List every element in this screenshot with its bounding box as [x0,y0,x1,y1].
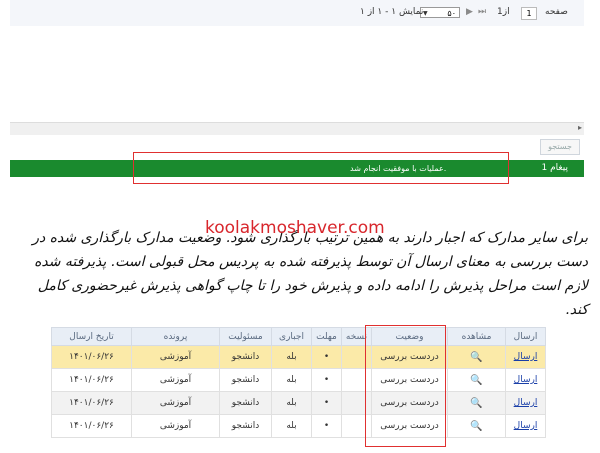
date-cell: ۱۴۰۱/۰۶/۲۶ [51,414,132,438]
send-link[interactable]: ارسال [514,398,538,408]
table-row[interactable]: ارسال 🔍 دردست بررسی • بله دانشجو آموزشی … [51,391,546,415]
showing-range-label: نمایش ۱ - ۱ از ۱ [360,7,424,17]
send-link[interactable]: ارسال [514,375,538,385]
page-label: صفحه [545,7,568,17]
file-cell: آموزشی [131,368,220,392]
table-header-row: ارسال مشاهده وضعیت نسخه مهلت اجباری مسئو… [51,327,546,346]
watermark: koolakmoshaver.com [205,218,385,238]
table-row[interactable]: ارسال 🔍 دردست بررسی • بله دانشجو آموزشی … [51,345,546,369]
documents-table: ارسال مشاهده وضعیت نسخه مهلت اجباری مسئو… [51,327,546,438]
responsibility-cell: دانشجو [219,414,272,438]
date-cell: ۱۴۰۱/۰۶/۲۶ [51,391,132,415]
header-file[interactable]: پرونده [131,327,220,346]
header-deadline[interactable]: مهلت [311,327,342,346]
mandatory-cell: بله [271,414,312,438]
view-icon[interactable]: 🔍 [470,398,482,409]
mandatory-cell: بله [271,345,312,369]
file-cell: آموزشی [131,414,220,438]
view-icon[interactable]: 🔍 [470,375,482,386]
page-of-label: از1 [497,7,510,17]
annotation-frame-status [365,325,446,447]
view-icon[interactable]: 🔍 [470,352,482,363]
page-size-value: ۵۰ [447,9,456,18]
header-mandatory[interactable]: اجباری [271,327,312,346]
responsibility-cell: دانشجو [219,345,272,369]
table-row[interactable]: ارسال 🔍 دردست بررسی • بله دانشجو آموزشی … [51,368,546,392]
date-cell: ۱۴۰۱/۰۶/۲۶ [51,345,132,369]
deadline-cell: • [311,368,342,392]
search-button[interactable]: جستجو [540,139,580,155]
header-send[interactable]: ارسال [505,327,546,346]
mandatory-cell: بله [271,391,312,415]
send-link[interactable]: ارسال [514,352,538,362]
file-cell: آموزشی [131,391,220,415]
responsibility-cell: دانشجو [219,391,272,415]
page-number-input[interactable]: 1 [521,7,537,20]
deadline-cell: • [311,391,342,415]
header-send-date[interactable]: تاریخ ارسال [51,327,132,346]
scroll-right-icon[interactable]: ▸ [578,123,582,132]
message-count: 1 پیغام [541,163,568,173]
deadline-cell: • [311,345,342,369]
view-icon[interactable]: 🔍 [470,421,482,432]
pager-toolbar: صفحه 1 از1 ⏭ ▶ ۵۰ نمایش ۱ - ۱ از ۱ [10,0,584,27]
mandatory-cell: بله [271,368,312,392]
header-responsibility[interactable]: مسئولیت [219,327,272,346]
last-page-icon[interactable]: ⏭ [478,7,486,17]
horizontal-scrollbar[interactable]: ▸ [10,122,584,135]
deadline-cell: • [311,414,342,438]
instruction-paragraph: برای سایر مدارک که اجبار دارند به همین ت… [32,230,588,318]
empty-grid [10,26,584,122]
page-size-select[interactable]: ۵۰ [420,7,460,19]
send-link[interactable]: ارسال [514,421,538,431]
annotation-frame-message [133,152,509,184]
date-cell: ۱۴۰۱/۰۶/۲۶ [51,368,132,392]
next-page-icon[interactable]: ▶ [466,7,473,17]
file-cell: آموزشی [131,345,220,369]
header-view[interactable]: مشاهده [447,327,506,346]
responsibility-cell: دانشجو [219,368,272,392]
table-row[interactable]: ارسال 🔍 دردست بررسی • بله دانشجو آموزشی … [51,414,546,438]
